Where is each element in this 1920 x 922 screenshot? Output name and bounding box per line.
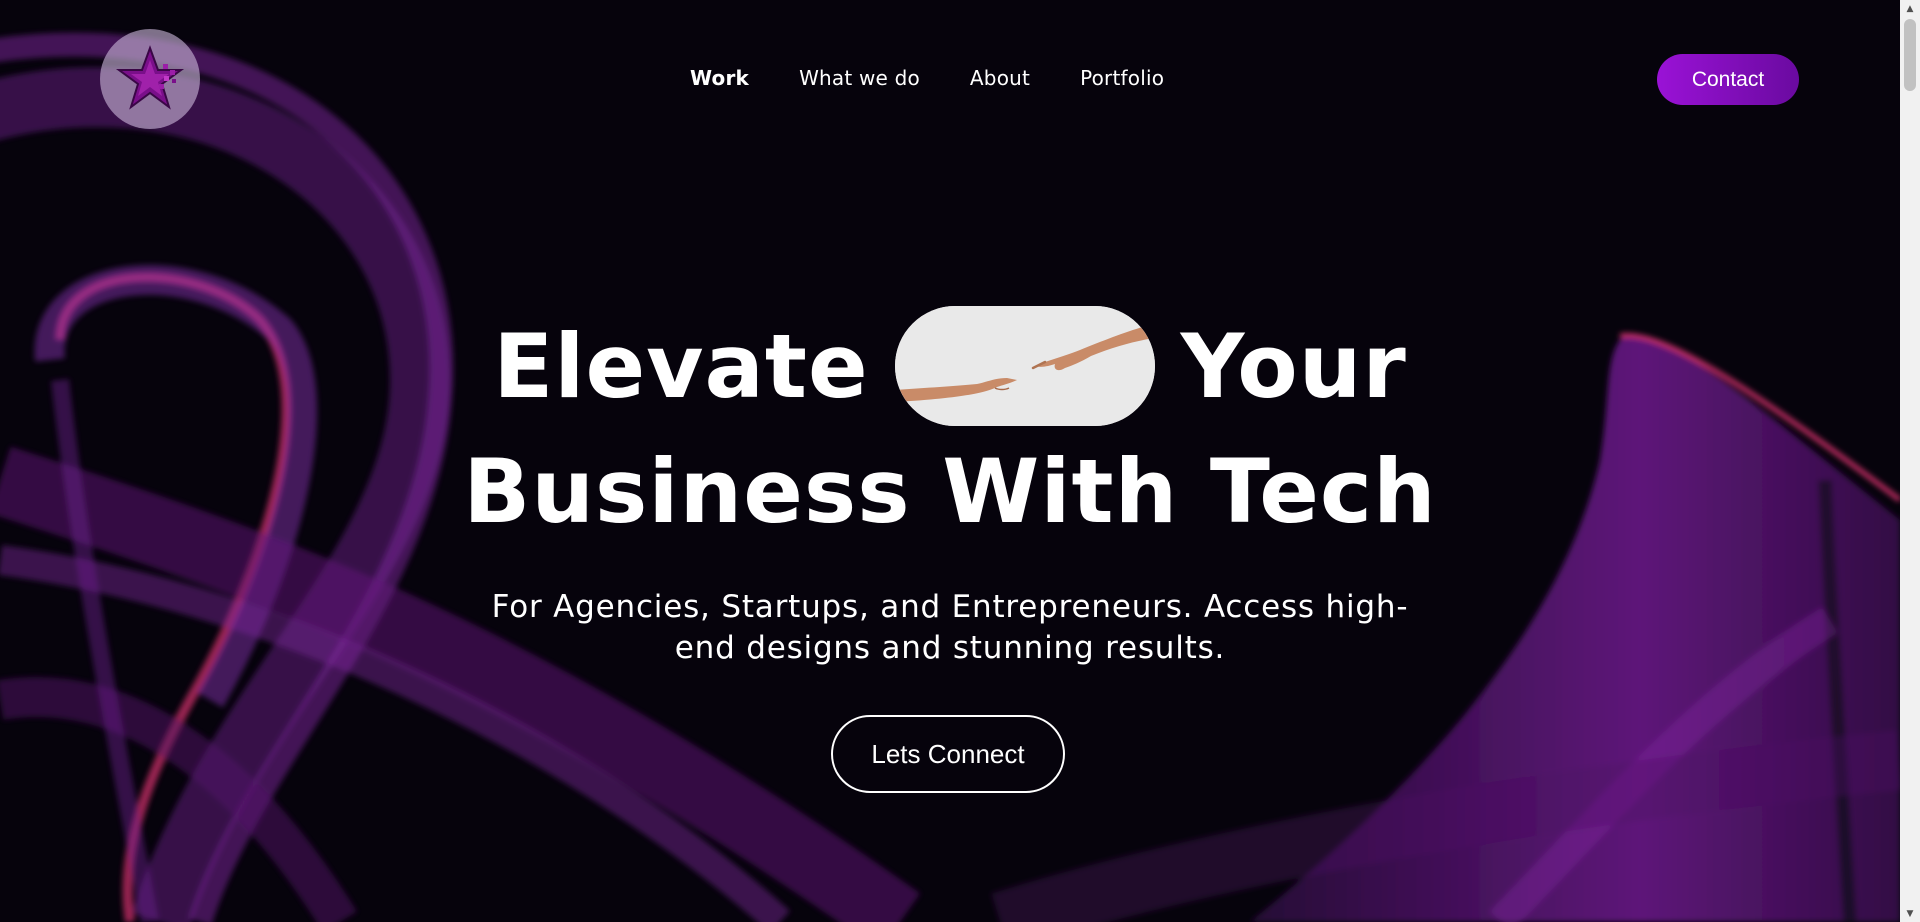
hero-title-word-your: Your bbox=[1180, 314, 1407, 418]
hero-title-line-1: Elevate Your bbox=[0, 306, 1900, 426]
hero-title-word-elevate: Elevate bbox=[493, 314, 869, 418]
scroll-down-arrow-icon[interactable]: ▼ bbox=[1900, 905, 1920, 922]
hero-title-line-2: Business With Tech bbox=[463, 440, 1437, 543]
nav-item-portfolio[interactable]: Portfolio bbox=[1080, 66, 1164, 90]
logo-button[interactable] bbox=[100, 29, 200, 129]
hero-subtitle: For Agencies, Startups, and Entrepreneur… bbox=[491, 589, 1409, 666]
main-nav: Work What we do About Portfolio bbox=[690, 66, 1214, 90]
hands-illustration bbox=[894, 306, 1155, 426]
page-scrollbar[interactable]: ▲ ▼ bbox=[1900, 0, 1920, 922]
nav-item-about[interactable]: About bbox=[970, 66, 1030, 90]
contact-button[interactable]: Contact bbox=[1657, 54, 1799, 105]
reaching-hands-image bbox=[894, 306, 1155, 426]
landing-page: Work What we do About Portfolio Contact … bbox=[0, 0, 1920, 922]
scroll-up-arrow-icon[interactable]: ▲ bbox=[1900, 0, 1920, 17]
scrollbar-thumb[interactable] bbox=[1904, 19, 1916, 91]
lets-connect-button[interactable]: Lets Connect bbox=[831, 715, 1065, 793]
nav-item-work[interactable]: Work bbox=[690, 66, 749, 90]
star-pixel-logo-icon bbox=[115, 45, 185, 110]
nav-item-what-we-do[interactable]: What we do bbox=[799, 66, 920, 90]
